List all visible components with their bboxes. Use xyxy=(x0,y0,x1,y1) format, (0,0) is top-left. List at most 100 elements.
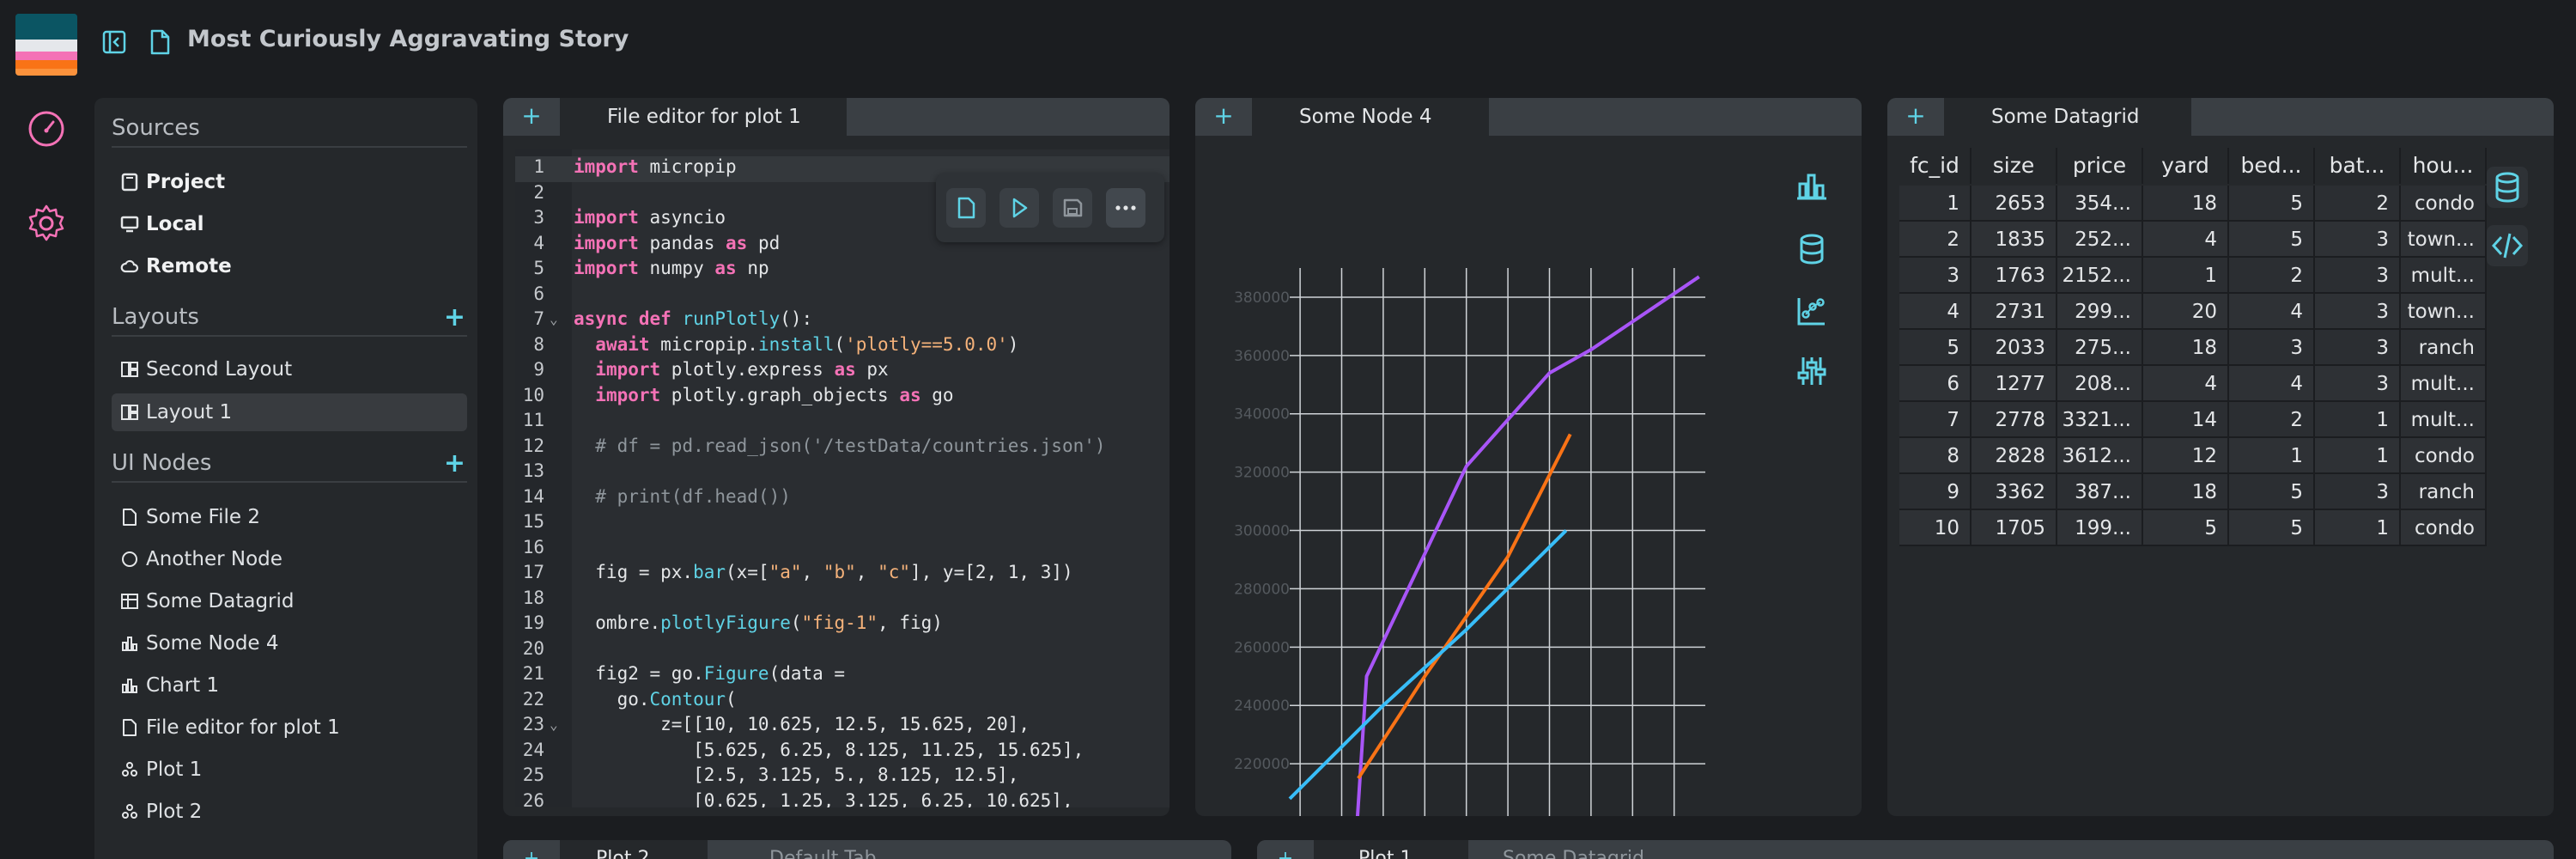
code-line[interactable]: 6 xyxy=(515,283,1170,309)
code-line[interactable]: 12 # df = pd.read_json('/testData/countr… xyxy=(515,436,1170,461)
gauge-icon[interactable] xyxy=(26,108,67,149)
table-cell: 1835 xyxy=(1971,222,2057,258)
collapse-sidebar-icon[interactable] xyxy=(101,29,127,55)
code-line[interactable]: 5 import numpy as np xyxy=(515,258,1170,283)
editor-add-tab-button[interactable]: + xyxy=(503,98,560,136)
tab-plot-1[interactable]: Plot 1 xyxy=(1314,840,1468,859)
code-icon[interactable] xyxy=(2487,225,2528,266)
code-line[interactable]: 10 import plotly.graph_objects as go xyxy=(515,385,1170,411)
chart-add-tab-button[interactable]: + xyxy=(1195,98,1252,136)
column-header[interactable]: bat... xyxy=(2315,148,2401,184)
code-line[interactable]: 23 ⌄ z=[[10, 10.625, 12.5, 15.625, 20], xyxy=(515,714,1170,740)
add-ui-node-button[interactable]: + xyxy=(444,448,465,478)
table-row[interactable]: 2 1835 252... 4 5 3 town... xyxy=(1899,222,2487,258)
code-line[interactable]: 8 await micropip.install('plotly==5.0.0'… xyxy=(515,334,1170,360)
gear-icon[interactable] xyxy=(26,203,67,244)
tab-default-tab[interactable]: Default Tab xyxy=(708,840,879,859)
code-line[interactable]: 19 ombre.plotlyFigure("fig-1", fig) xyxy=(515,612,1170,638)
source-item-remote[interactable]: Remote xyxy=(112,247,467,285)
code-line[interactable]: 11 xyxy=(515,410,1170,436)
table-row[interactable]: 6 1277 208... 4 4 3 mult... xyxy=(1899,366,2487,402)
layout-item-second-layout[interactable]: Second Layout xyxy=(112,350,467,388)
line-number: 8 xyxy=(533,333,544,355)
code-line[interactable]: 26 [0.625, 1.25, 3.125, 6.25, 10.625], xyxy=(515,790,1170,808)
series-line-3 xyxy=(1288,529,1568,801)
ui-node-file-editor-for-plot-1[interactable]: File editor for plot 1 xyxy=(112,709,467,746)
column-header[interactable]: size xyxy=(1971,148,2057,184)
ui-node-another-node[interactable]: Another Node xyxy=(112,540,467,578)
sliders-icon[interactable] xyxy=(1791,350,1832,392)
ui-node-chart-1[interactable]: Chart 1 xyxy=(112,667,467,704)
more-icon[interactable] xyxy=(1106,188,1145,228)
code-line[interactable]: 21 fig2 = go.Figure(data = xyxy=(515,663,1170,689)
code-line[interactable]: 18 xyxy=(515,588,1170,613)
code-line[interactable]: 20 xyxy=(515,638,1170,664)
code-text: [5.625, 6.25, 8.125, 11.25, 15.625], xyxy=(574,739,1084,760)
column-header[interactable]: fc_id xyxy=(1899,148,1971,184)
column-header[interactable]: bed... xyxy=(2229,148,2315,184)
table-cell: 2653 xyxy=(1971,186,2057,222)
table-cell: 2 xyxy=(1899,222,1971,258)
tab-some-datagrid-bottom[interactable]: Some Datagrid xyxy=(1468,840,1683,859)
table-row[interactable]: 1 2653 354... 18 5 2 condo xyxy=(1899,186,2487,222)
run-icon[interactable] xyxy=(999,188,1039,228)
table-row[interactable]: 10 1705 199... 5 5 1 condo xyxy=(1899,510,2487,546)
code-line[interactable]: 24 [5.625, 6.25, 8.125, 11.25, 15.625], xyxy=(515,740,1170,765)
tab-some-datagrid[interactable]: Some Datagrid xyxy=(1944,98,2191,136)
bar-chart-icon[interactable] xyxy=(1791,167,1832,208)
code-line[interactable]: 17 fig = px.bar(x=["a", "b", "c"], y=[2,… xyxy=(515,562,1170,588)
scatter-chart-icon[interactable] xyxy=(1791,290,1832,332)
table-cell: 5 xyxy=(2229,510,2315,546)
column-header[interactable]: hou... xyxy=(2401,148,2487,184)
ui-node-label: File editor for plot 1 xyxy=(146,716,340,739)
fold-chevron-icon[interactable]: ⌄ xyxy=(550,311,558,327)
ui-node-some-datagrid[interactable]: Some Datagrid xyxy=(112,582,467,620)
layout-item-layout-1[interactable]: Layout 1 xyxy=(112,393,467,431)
table-cell: 2152... xyxy=(2057,258,2143,294)
code-line[interactable]: 16 xyxy=(515,537,1170,563)
ui-node-some-file-2[interactable]: Some File 2 xyxy=(112,498,467,536)
code-line[interactable]: 13 xyxy=(515,460,1170,486)
table-cell: 1 xyxy=(2315,438,2401,474)
ui-node-plot-2[interactable]: Plot 2 xyxy=(112,793,467,831)
code-line[interactable]: 22 go.Contour( xyxy=(515,689,1170,715)
database-icon[interactable] xyxy=(1791,228,1832,270)
code-line[interactable]: 15 xyxy=(515,511,1170,537)
add-layout-button[interactable]: + xyxy=(444,302,465,332)
table-row[interactable]: 9 3362 387... 18 5 3 ranch xyxy=(1899,474,2487,510)
save-icon[interactable] xyxy=(1053,188,1092,228)
code-text: # print(df.head()) xyxy=(595,485,791,507)
code-line[interactable]: 9 import plotly.express as px xyxy=(515,359,1170,385)
file-icon xyxy=(120,508,139,527)
table-row[interactable]: 8 2828 3612... 12 1 1 condo xyxy=(1899,438,2487,474)
source-item-local[interactable]: Local xyxy=(112,205,467,243)
table-row[interactable]: 3 1763 2152... 1 2 3 mult... xyxy=(1899,258,2487,294)
table-row[interactable]: 7 2778 3321... 14 2 1 mult... xyxy=(1899,402,2487,438)
code-line[interactable]: 25 [2.5, 3.125, 5., 8.125, 12.5], xyxy=(515,765,1170,790)
table-row[interactable]: 5 2033 275... 18 3 3 ranch xyxy=(1899,330,2487,366)
code-line[interactable]: 7 ⌄ async def runPlotly(): xyxy=(515,308,1170,334)
datagrid-add-tab-button[interactable]: + xyxy=(1887,98,1944,136)
database-icon[interactable] xyxy=(2487,167,2528,208)
code-editor[interactable]: 1 import micropip 2 3 import asyncio 4 import … xyxy=(515,149,1170,807)
ui-node-label: Some File 2 xyxy=(146,506,260,528)
column-header[interactable]: yard xyxy=(2143,148,2229,184)
table-cell: 299... xyxy=(2057,294,2143,330)
tab-file-editor[interactable]: File editor for plot 1 xyxy=(560,98,847,136)
line-chart[interactable]: 1400160018002000220024002600280030003200… xyxy=(1195,136,1862,816)
table-row[interactable]: 4 2731 299... 20 4 3 town... xyxy=(1899,294,2487,330)
column-header[interactable]: price xyxy=(2057,148,2143,184)
sources-title: Sources xyxy=(112,115,200,141)
tab-some-node-4[interactable]: Some Node 4 xyxy=(1252,98,1489,136)
app-logo[interactable] xyxy=(15,14,77,76)
code-line[interactable]: 14 # print(df.head()) xyxy=(515,486,1170,512)
ui-node-some-node-4[interactable]: Some Node 4 xyxy=(112,624,467,662)
tab-plot-2[interactable]: Plot 2 xyxy=(560,840,708,859)
ui-node-plot-1[interactable]: Plot 1 xyxy=(112,751,467,789)
fold-chevron-icon[interactable]: ⌄ xyxy=(550,716,558,733)
source-item-project[interactable]: Project xyxy=(112,163,467,201)
new-file-icon[interactable] xyxy=(946,188,986,228)
bottom-left-add-tab[interactable]: + xyxy=(503,840,560,859)
table-cell: 3 xyxy=(2229,330,2315,366)
bottom-right-add-tab[interactable]: + xyxy=(1257,840,1314,859)
